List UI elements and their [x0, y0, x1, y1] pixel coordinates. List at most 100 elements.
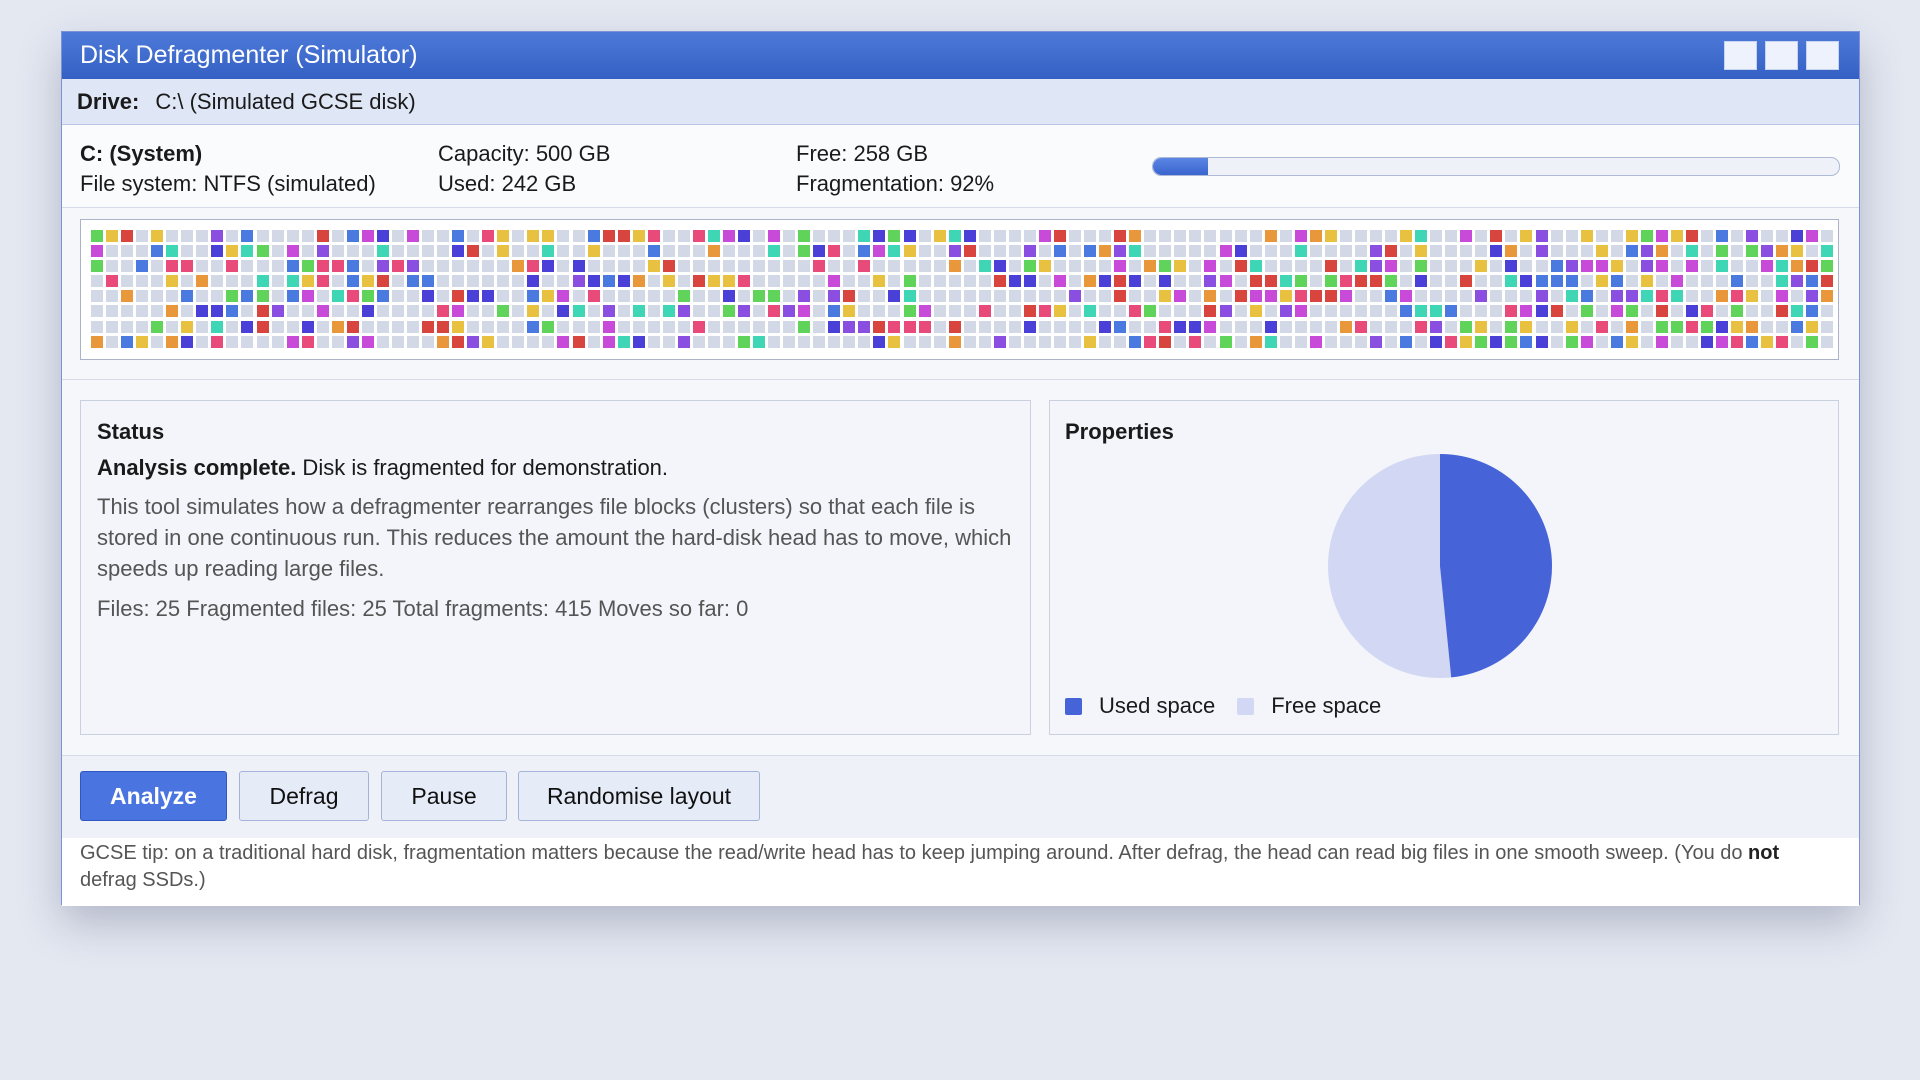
cluster-block [406, 230, 419, 242]
cluster-block [1430, 305, 1443, 318]
cluster-block [1535, 320, 1548, 333]
cluster-block [963, 335, 976, 348]
cluster-block [151, 230, 164, 242]
cluster-block [1550, 260, 1563, 273]
analyze-button[interactable]: Analyze [80, 771, 227, 821]
cluster-block [1294, 245, 1307, 258]
cluster-block [1716, 275, 1729, 288]
cluster-block [1595, 230, 1608, 242]
cluster-block [1204, 290, 1217, 303]
cluster-block [1144, 245, 1157, 258]
cluster-block [256, 335, 269, 348]
cluster-block [1008, 305, 1021, 318]
cluster-block [361, 245, 374, 258]
cluster-block [301, 260, 314, 273]
cluster-block [873, 260, 886, 273]
cluster-block [1008, 260, 1021, 273]
cluster-block [1249, 230, 1262, 242]
cluster-block [1490, 305, 1503, 318]
cluster-block [497, 320, 510, 333]
cluster-block [1550, 230, 1563, 242]
maximize-button[interactable] [1765, 41, 1798, 70]
cluster-block [1595, 260, 1608, 273]
pause-button[interactable]: Pause [381, 771, 507, 821]
cluster-block [1520, 230, 1533, 242]
cluster-block [211, 260, 224, 273]
cluster-block [1144, 305, 1157, 318]
tip-text: GCSE tip: on a traditional hard disk, fr… [80, 842, 1749, 864]
cluster-block [1159, 305, 1172, 318]
cluster-block [1806, 290, 1819, 303]
drive-value[interactable]: C:\ (Simulated GCSE disk) [155, 89, 415, 115]
cluster-block [1610, 290, 1623, 303]
cluster-block [1761, 245, 1774, 258]
cluster-block [1400, 260, 1413, 273]
cluster-block [226, 245, 239, 258]
gcse-tip: GCSE tip: on a traditional hard disk, fr… [62, 838, 1859, 906]
cluster-block [542, 320, 555, 333]
cluster-block [587, 320, 600, 333]
cluster-block [903, 230, 916, 242]
cluster-block [406, 290, 419, 303]
cluster-block [1520, 260, 1533, 273]
cluster-block [1189, 230, 1202, 242]
cluster-block [1189, 305, 1202, 318]
cluster-block [1475, 275, 1488, 288]
cluster-block [106, 245, 119, 258]
cluster-block [1580, 290, 1593, 303]
cluster-block [1069, 230, 1082, 242]
cluster-block [888, 230, 901, 242]
cluster-block [316, 290, 329, 303]
status-description: This tool simulates how a defragmenter r… [97, 494, 1012, 581]
cluster-block [1505, 335, 1518, 348]
cluster-block [1354, 275, 1367, 288]
cluster-block [376, 230, 389, 242]
cluster-block [286, 230, 299, 242]
close-button[interactable] [1806, 41, 1839, 70]
used: Used: 242 GB [438, 171, 577, 196]
cluster-block [1445, 305, 1458, 318]
cluster-block [768, 320, 781, 333]
cluster-block [1129, 275, 1142, 288]
cluster-block [136, 260, 149, 273]
cluster-block [1249, 335, 1262, 348]
cluster-block [662, 230, 675, 242]
cluster-block [136, 245, 149, 258]
cluster-block [1294, 230, 1307, 242]
cluster-block [993, 290, 1006, 303]
cluster-block [1159, 335, 1172, 348]
cluster-block [1023, 230, 1036, 242]
cluster-block [707, 230, 720, 242]
cluster-block [647, 320, 660, 333]
cluster-block [391, 275, 404, 288]
cluster-block [136, 290, 149, 303]
legend-free-swatch [1237, 697, 1255, 715]
cluster-block [1008, 320, 1021, 333]
cluster-block [121, 290, 134, 303]
cluster-block [587, 260, 600, 273]
cluster-block [1640, 260, 1653, 273]
minimize-button[interactable] [1724, 41, 1757, 70]
cluster-block [1716, 245, 1729, 258]
cluster-block [376, 245, 389, 258]
cluster-block [1159, 260, 1172, 273]
cluster-block [1821, 335, 1834, 348]
defrag-button[interactable]: Defrag [239, 771, 369, 821]
cluster-block [948, 260, 961, 273]
cluster-block [738, 230, 751, 242]
cluster-block [1520, 320, 1533, 333]
cluster-block [497, 260, 510, 273]
cluster-block [587, 230, 600, 242]
cluster-block [1279, 245, 1292, 258]
cluster-block [602, 230, 615, 242]
cluster-block [978, 230, 991, 242]
cluster-block [542, 260, 555, 273]
cluster-block [933, 320, 946, 333]
cluster-block [527, 305, 540, 318]
cluster-block [933, 335, 946, 348]
cluster-block [873, 320, 886, 333]
cluster-block [1580, 305, 1593, 318]
cluster-block [692, 335, 705, 348]
randomise-layout-button[interactable]: Randomise layout [518, 771, 760, 821]
cluster-block [617, 290, 630, 303]
